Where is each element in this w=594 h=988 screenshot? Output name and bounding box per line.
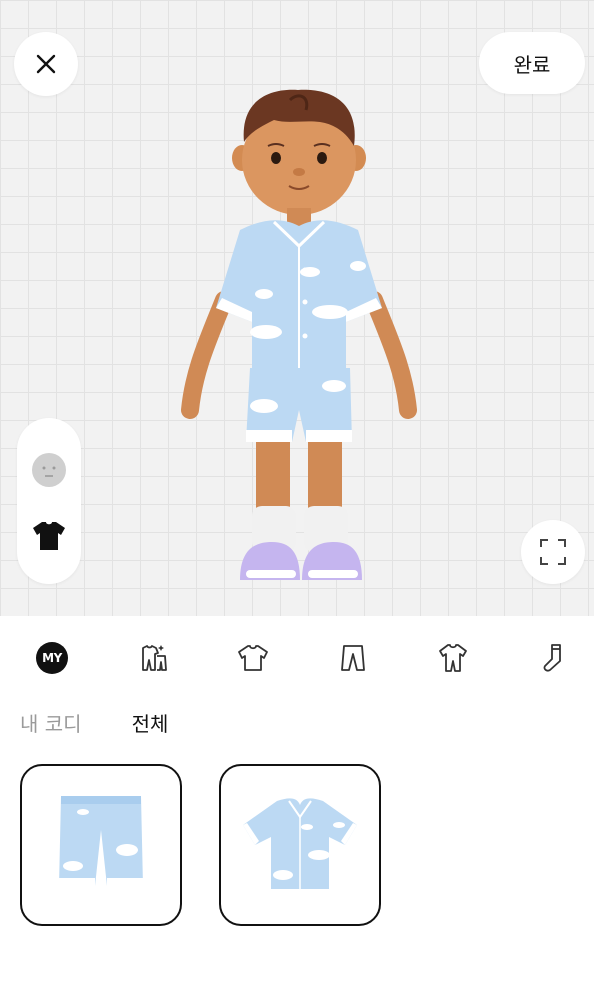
shorts-thumbnail <box>59 796 143 886</box>
jumpsuit-icon <box>439 644 467 672</box>
category-set[interactable] <box>125 630 181 686</box>
pants-icon <box>341 645 365 671</box>
category-onepiece[interactable] <box>425 630 481 686</box>
category-bar: MY <box>0 630 594 686</box>
close-button[interactable] <box>14 32 78 96</box>
category-bottom[interactable] <box>325 630 381 686</box>
fullscreen-button[interactable] <box>521 520 585 584</box>
done-button[interactable]: 완료 <box>479 32 585 94</box>
tshirt-icon <box>238 645 268 671</box>
category-my[interactable]: MY <box>24 630 80 686</box>
outfit-mode-button[interactable] <box>31 517 67 557</box>
face-icon <box>32 453 66 487</box>
view-mode-panel <box>17 418 81 584</box>
my-badge: MY <box>36 642 68 674</box>
done-label: 완료 <box>513 52 551 77</box>
category-top[interactable] <box>225 630 281 686</box>
subtab-bar: 내 코디 전체 <box>20 708 168 738</box>
close-icon <box>36 54 56 74</box>
tab-all[interactable]: 전체 <box>132 708 169 738</box>
sock-icon <box>543 644 561 672</box>
avatar-figure[interactable] <box>170 80 430 600</box>
shirt-icon <box>33 522 65 550</box>
avatar-stage[interactable]: 완료 <box>0 0 594 616</box>
item-card-shorts[interactable] <box>20 764 182 926</box>
fullscreen-icon <box>540 539 566 565</box>
shirt-thumbnail <box>243 798 357 889</box>
item-card-shirt[interactable] <box>219 764 381 926</box>
face-mode-button[interactable] <box>31 452 67 492</box>
category-socks[interactable] <box>525 630 581 686</box>
outfit-set-icon <box>142 645 167 671</box>
tab-my-coordi[interactable]: 내 코디 <box>20 708 82 738</box>
